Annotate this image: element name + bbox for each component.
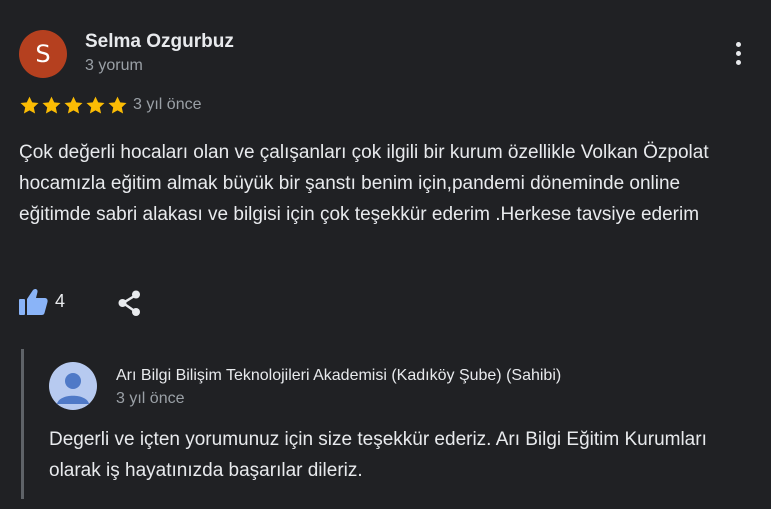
- more-vert-icon-dot: [736, 42, 741, 47]
- author-avatar[interactable]: S: [19, 30, 67, 78]
- star-icon: [42, 96, 61, 114]
- more-vert-icon-dot: [736, 60, 741, 65]
- share-button[interactable]: [115, 288, 145, 318]
- author-review-count: 3 yorum: [85, 57, 143, 74]
- owner-reply-text: Degerli ve içten yorumunuz için size teş…: [49, 429, 707, 481]
- like-button[interactable]: 4: [18, 288, 70, 318]
- share-icon: [118, 290, 140, 316]
- author-initial: S: [35, 40, 51, 68]
- review-date: 3 yıl önce: [133, 96, 202, 113]
- owner-reply: Arı Bilgi Bilişim Teknolojileri Akademis…: [21, 349, 764, 499]
- star-icon: [86, 96, 105, 114]
- default-user-avatar-icon: [49, 362, 97, 410]
- like-count: 4: [55, 291, 66, 311]
- more-vert-icon-dot: [736, 51, 741, 56]
- author-name[interactable]: Selma Ozgurbuz: [85, 31, 234, 53]
- star-rating: [19, 95, 128, 117]
- review-text: Çok değerli hocaları olan ve çalışanları…: [19, 142, 709, 225]
- star-icon: [108, 96, 127, 114]
- more-options-button[interactable]: [722, 36, 754, 72]
- thumb-up-icon: [19, 288, 48, 315]
- star-icon: [20, 96, 39, 114]
- star-icon: [64, 96, 83, 114]
- owner-name: Arı Bilgi Bilişim Teknolojileri Akademis…: [116, 367, 562, 384]
- owner-reply-date: 3 yıl önce: [116, 390, 185, 407]
- review-card: S Selma Ozgurbuz 3 yorum 3 yıl önce Çok …: [0, 0, 771, 509]
